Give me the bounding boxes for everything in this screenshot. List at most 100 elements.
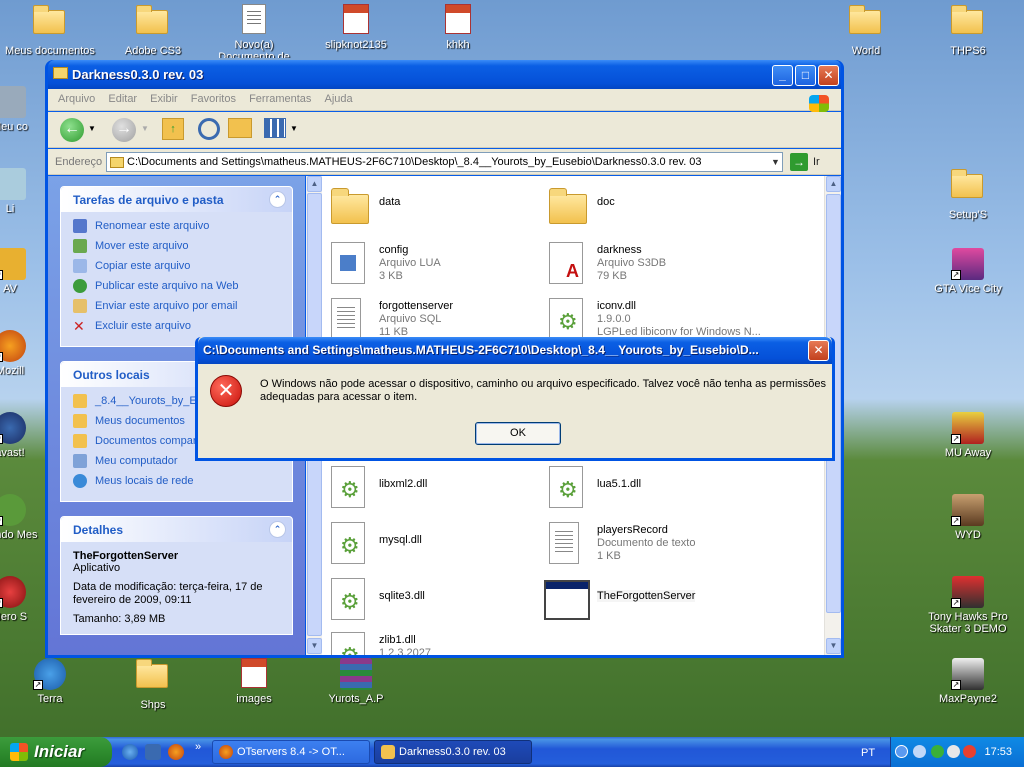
file-item-lua51[interactable]: lua5.1.dll — [549, 462, 759, 518]
go-arrow-icon[interactable]: → — [790, 153, 808, 171]
maximize-button[interactable]: □ — [795, 65, 816, 86]
task-label: Publicar este arquivo na Web — [95, 280, 239, 292]
antivirus-icon[interactable] — [963, 745, 976, 758]
volume-icon[interactable] — [947, 745, 960, 758]
folders-icon[interactable] — [228, 118, 252, 138]
windows-logo-icon — [809, 95, 829, 112]
task-rename[interactable]: Renomear este arquivo — [73, 218, 284, 238]
taskbar-item-otservers[interactable]: OTservers 8.4 -> OT... — [212, 740, 370, 764]
firefox-icon[interactable] — [168, 744, 184, 760]
language-indicator[interactable]: PT — [861, 747, 875, 759]
dialog-titlebar[interactable]: C:\Documents and Settings\matheus.MATHEU… — [198, 337, 832, 364]
task-label: Mover este arquivo — [95, 240, 189, 252]
desktop-icon-khkh[interactable]: khkh — [410, 4, 506, 51]
place-network[interactable]: Meus locais de rede — [73, 473, 284, 493]
app-icon: ↗ — [0, 248, 27, 280]
folder-icon — [136, 5, 170, 42]
desktop-icon-slipknot[interactable]: slipknot2135 — [308, 4, 404, 51]
start-button[interactable]: Iniciar — [0, 737, 112, 767]
clock[interactable]: 17:53 — [984, 746, 1012, 758]
search-icon[interactable] — [198, 118, 220, 140]
file-name: libxml2.dll — [379, 478, 428, 490]
desktop-icon-setups[interactable]: Setup'S — [920, 168, 1016, 221]
desktop-icon-maxpayne[interactable]: ↗ MaxPayne2 — [920, 658, 1016, 705]
tasks-panel: Tarefas de arquivo e pasta ⌃ Renomear es… — [60, 186, 293, 347]
desktop-icon-wyd[interactable]: ↗ WYD — [920, 494, 1016, 541]
sql-file-icon — [331, 296, 369, 342]
desktop-icon-world[interactable]: World — [818, 4, 914, 57]
back-dropdown-icon[interactable]: ▼ — [88, 124, 96, 133]
messenger-icon[interactable] — [931, 745, 944, 758]
file-item-sqlite3[interactable]: sqlite3.dll — [331, 574, 541, 630]
menu-ferramentas[interactable]: Ferramentas — [249, 93, 311, 105]
file-name: lua5.1.dll — [597, 478, 642, 490]
tray-expand-icon[interactable] — [895, 745, 908, 758]
task-move[interactable]: Mover este arquivo — [73, 238, 284, 258]
task-publish[interactable]: Publicar este arquivo na Web — [73, 278, 284, 298]
desktop-icon-thps6[interactable]: THPS6 — [920, 4, 1016, 57]
desktop-icon-images[interactable]: images — [206, 658, 302, 705]
taskbar-item-darkness[interactable]: Darkness0.3.0 rev. 03 — [374, 740, 532, 764]
network-icon[interactable] — [913, 745, 926, 758]
desktop-icon-mu[interactable]: ↗ MU Away — [920, 412, 1016, 459]
forward-dropdown-icon[interactable]: ▼ — [141, 124, 149, 133]
dll-file-icon — [331, 520, 369, 566]
scroll-down-icon[interactable]: ▼ — [826, 638, 841, 654]
file-item-data[interactable]: data — [331, 182, 541, 238]
collapse-chevron-icon[interactable]: ⌃ — [269, 191, 286, 208]
chevron-down-icon[interactable]: ▼ — [768, 153, 783, 171]
scroll-up-icon[interactable]: ▲ — [826, 176, 841, 192]
file-details: Documento de texto 1 KB — [597, 537, 696, 562]
close-button[interactable]: ✕ — [818, 65, 839, 86]
desktop-icon-shps[interactable]: Shps — [105, 658, 201, 711]
desktop-icon-mydocs[interactable]: Meus documentos — [2, 4, 98, 57]
desktop-icon-label: Terra — [37, 693, 63, 705]
folder-icon — [951, 169, 985, 206]
show-desktop-icon[interactable] — [145, 744, 161, 760]
task-email[interactable]: Enviar este arquivo por email — [73, 298, 284, 318]
views-dropdown-icon[interactable]: ▼ — [290, 124, 298, 133]
views-icon[interactable] — [264, 118, 286, 138]
task-copy[interactable]: Copiar este arquivo — [73, 258, 284, 278]
file-item-zlib1[interactable]: zlib1.dll 1.2.3.2027 — [331, 628, 541, 655]
minimize-button[interactable]: _ — [772, 65, 793, 86]
up-folder-icon[interactable]: ↑ — [162, 118, 184, 140]
collapse-chevron-icon[interactable]: ⌃ — [269, 521, 286, 538]
file-item-doc[interactable]: doc — [549, 182, 759, 238]
file-item-libxml2[interactable]: libxml2.dll — [331, 462, 541, 518]
scroll-up-icon[interactable]: ▲ — [307, 176, 322, 192]
panel-header[interactable]: Tarefas de arquivo e pasta ⌃ — [61, 187, 292, 212]
desktop-icon-adobe[interactable]: Adobe CS3 — [105, 4, 201, 57]
menu-arquivo[interactable]: Arquivo — [58, 93, 95, 105]
forward-arrow-icon[interactable]: → — [112, 118, 136, 142]
quicklaunch-more-icon[interactable]: » — [195, 741, 201, 753]
back-arrow-icon[interactable]: ← — [60, 118, 84, 142]
desktop-icon-textdoc[interactable]: Novo(a) Documento de texto — [206, 4, 302, 58]
desktop-icon-terra[interactable]: ↗ Terra — [2, 658, 98, 705]
menu-ajuda[interactable]: Ajuda — [324, 93, 352, 105]
desktop-icon-label: images — [236, 693, 272, 705]
file-item-theforgottenserver[interactable]: TheForgottenServer — [544, 574, 754, 630]
task-delete[interactable]: ✕ Excluir este arquivo — [73, 318, 284, 338]
file-item-config[interactable]: config Arquivo LUA 3 KB — [331, 238, 541, 294]
file-item-darkness[interactable]: A darkness Arquivo S3DB 79 KB — [549, 238, 759, 294]
address-input[interactable]: C:\Documents and Settings\matheus.MATHEU… — [106, 152, 783, 172]
file-item-playersrecord[interactable]: playersRecord Documento de texto 1 KB — [549, 518, 759, 574]
desktop-icon-gta[interactable]: ↗ GTA Vice City — [920, 248, 1016, 295]
file-item-mysql[interactable]: mysql.dll — [331, 518, 541, 574]
panel-header[interactable]: Detalhes ⌃ — [61, 517, 292, 542]
ok-button[interactable]: OK — [475, 422, 561, 445]
file-name: TheForgottenServer — [597, 590, 696, 602]
desktop-icon-yurots[interactable]: Yurots_A.P — [308, 658, 404, 705]
dialog-close-button[interactable]: ✕ — [808, 340, 829, 361]
toolbar: ← ▼ → ▼ ↑ ▼ — [48, 112, 841, 148]
menu-exibir[interactable]: Exibir — [150, 93, 178, 105]
menu-favoritos[interactable]: Favoritos — [191, 93, 236, 105]
scroll-down-icon[interactable]: ▼ — [307, 638, 322, 654]
internet-explorer-icon[interactable] — [122, 744, 138, 760]
go-label[interactable]: Ir — [813, 156, 820, 168]
file-details: Arquivo SQL 11 KB — [379, 313, 442, 338]
desktop-icon-thps3[interactable]: ↗ Tony Hawks Pro Skater 3 DEMO — [920, 576, 1016, 635]
explorer-titlebar[interactable]: Darkness0.3.0 rev. 03 _ □ ✕ — [48, 60, 841, 89]
menu-editar[interactable]: Editar — [108, 93, 137, 105]
